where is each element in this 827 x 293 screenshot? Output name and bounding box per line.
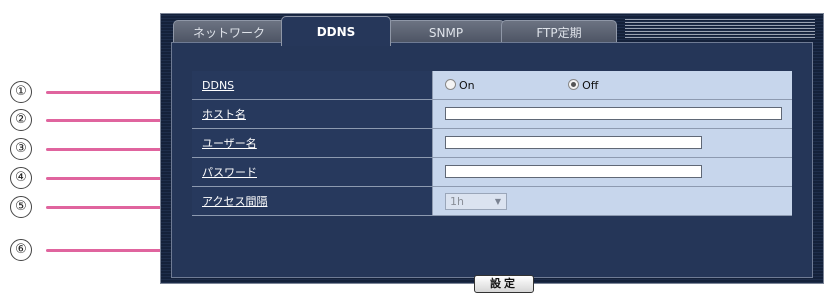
callout-number: ② (10, 109, 32, 131)
user-name-row: ユーザー名 (192, 128, 792, 158)
tab-ftp-periodic[interactable]: FTP定期 (501, 20, 617, 44)
callout-number: ⑤ (10, 196, 32, 218)
callout-number: ① (10, 81, 32, 103)
host-name-value (432, 99, 792, 129)
access-interval-row: アクセス間隔 1h ▼ (192, 186, 792, 216)
host-name-row: ホスト名 (192, 99, 792, 129)
callout-number: ④ (10, 167, 32, 189)
access-interval-value: 1h ▼ (432, 186, 792, 216)
ddns-on-radio[interactable] (445, 78, 456, 90)
decorative-stripes (625, 18, 815, 38)
host-name-label[interactable]: ホスト名 (192, 99, 433, 129)
password-value (432, 157, 792, 187)
ddns-off-label: Off (582, 78, 599, 92)
user-name-input[interactable] (445, 136, 702, 149)
password-label[interactable]: パスワード (192, 157, 433, 187)
ddns-off-radio[interactable] (568, 78, 580, 90)
tab-ddns[interactable]: DDNS (281, 16, 391, 46)
password-row: パスワード (192, 157, 792, 187)
callout-number: ③ (10, 138, 32, 160)
ddns-on-label: On (459, 78, 475, 92)
ddns-on-option[interactable]: On (445, 78, 475, 92)
callout-number: ⑥ (10, 239, 32, 261)
tab-snmp[interactable]: SNMP (387, 20, 505, 44)
chevron-down-icon: ▼ (494, 196, 501, 206)
ddns-label[interactable]: DDNS (192, 71, 433, 100)
password-input[interactable] (445, 165, 702, 178)
access-interval-label[interactable]: アクセス間隔 (192, 186, 433, 216)
tab-content: DDNS On Off ホスト名 ユーザー名 パスワード アクセス間隔 1h ▼… (171, 42, 813, 293)
settings-panel: ネットワーク DDNS SNMP FTP定期 DDNS On Off ホスト名 (160, 13, 824, 293)
tab-network[interactable]: ネットワーク (173, 20, 285, 44)
set-button[interactable]: 設定 (474, 275, 534, 293)
ddns-row: DDNS On Off (192, 71, 792, 100)
ddns-settings-form: DDNS On Off ホスト名 ユーザー名 パスワード アクセス間隔 1h ▼ (192, 71, 792, 216)
ddns-value: On Off (432, 71, 792, 100)
access-interval-select[interactable]: 1h ▼ (445, 192, 507, 210)
host-name-input[interactable] (445, 107, 782, 120)
access-interval-selected: 1h (450, 194, 464, 208)
user-name-value (432, 128, 792, 158)
ddns-off-option[interactable]: Off (568, 78, 599, 92)
user-name-label[interactable]: ユーザー名 (192, 128, 433, 158)
